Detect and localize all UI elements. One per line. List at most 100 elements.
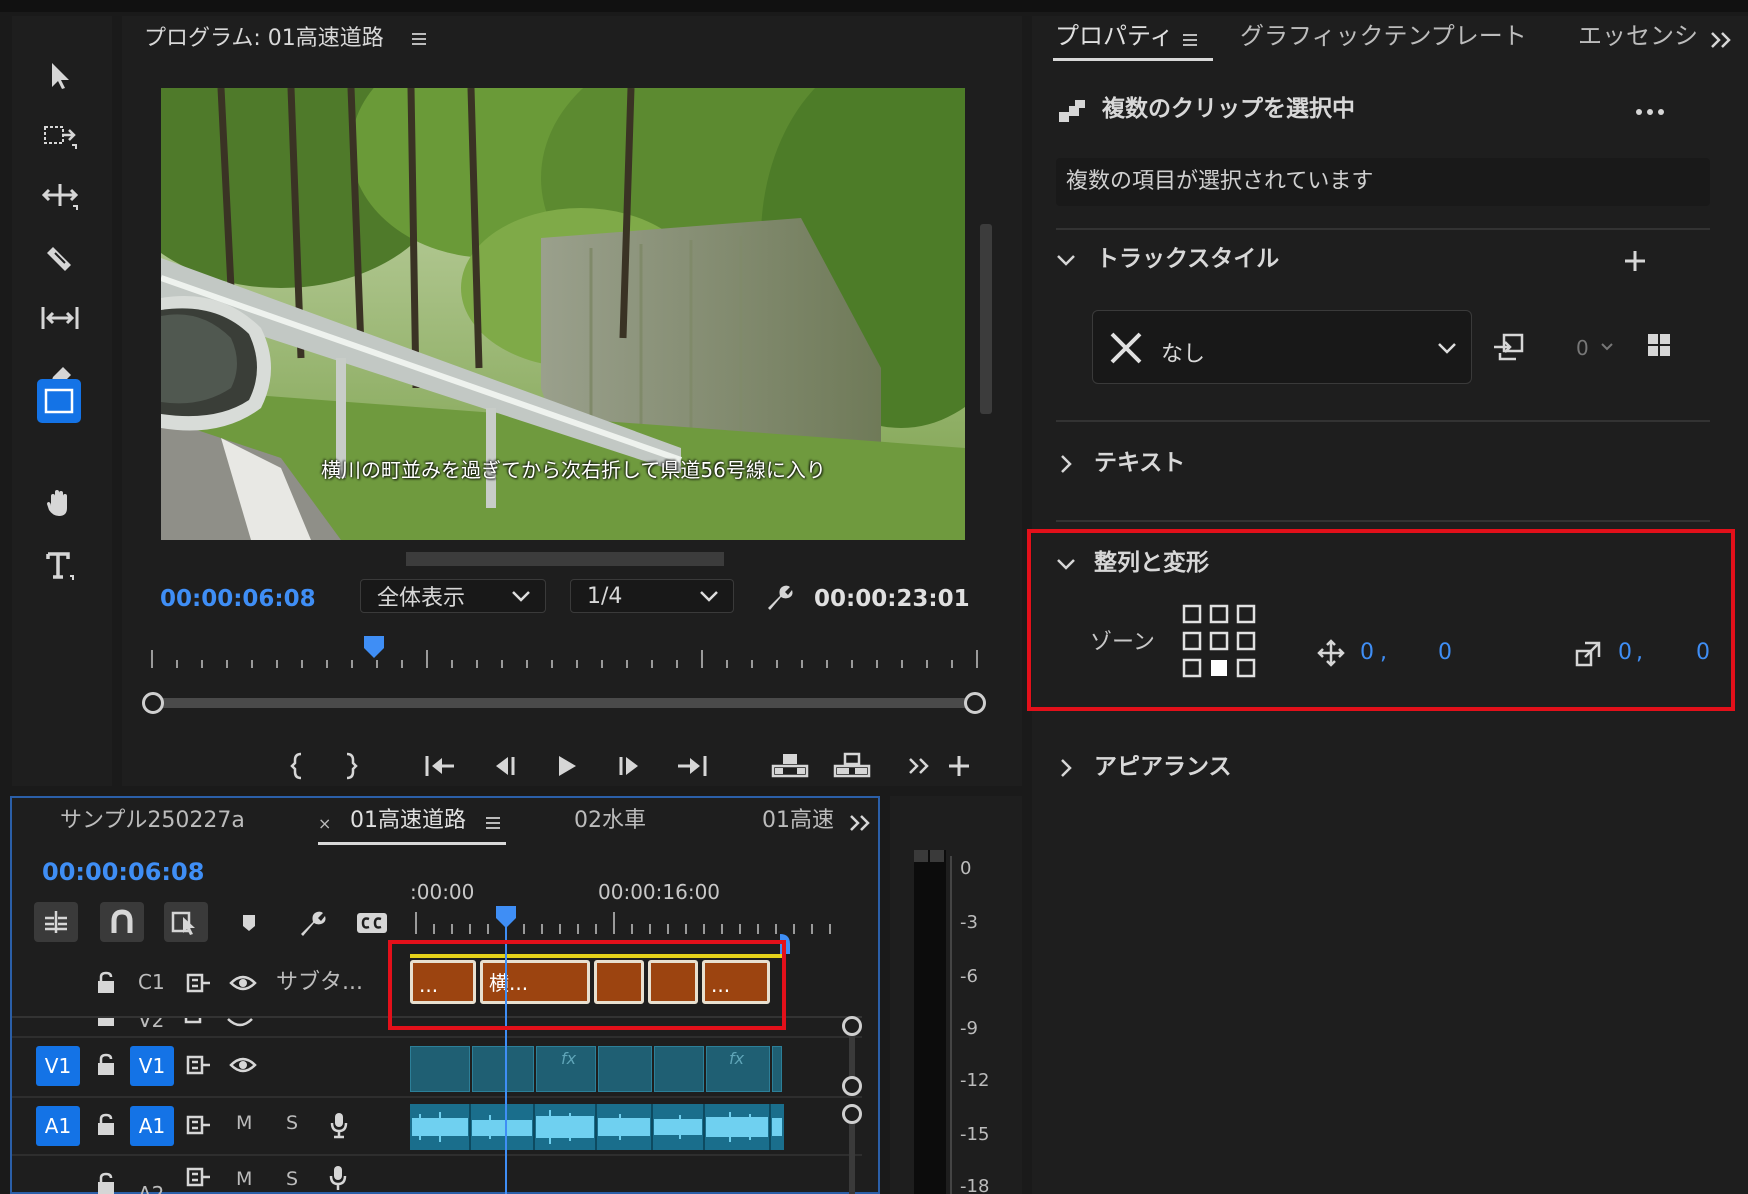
timeline-tab-highway-2-wrap[interactable]: 01高速: [750, 808, 844, 838]
chevron-right-icon[interactable]: [1054, 452, 1078, 476]
panel-menu-icon[interactable]: [1178, 28, 1202, 52]
v-scroll-handle[interactable]: [842, 1016, 862, 1036]
captions-icon[interactable]: [352, 906, 392, 940]
program-monitor-title[interactable]: プログラム: 01高速道路: [144, 28, 384, 50]
close-icon[interactable]: ×: [318, 816, 331, 832]
zoom-scroll-left-handle[interactable]: [142, 692, 164, 714]
audio-clips[interactable]: [410, 1104, 784, 1150]
monitor-horizontal-scrollbar[interactable]: [406, 552, 724, 566]
meter-clip-indicator[interactable]: [930, 850, 944, 862]
v-scroll-handle[interactable]: [842, 1076, 862, 1096]
chevron-down-icon[interactable]: [1054, 248, 1078, 272]
video-preview[interactable]: 横川の町並みを過ぎてから次右折して県道56号線に入り: [161, 88, 965, 540]
track-v2-header[interactable]: V2: [92, 1018, 292, 1034]
video-clip[interactable]: [598, 1046, 652, 1092]
step-back-icon[interactable]: [488, 748, 522, 784]
eye-icon[interactable]: [226, 968, 260, 998]
tab-properties[interactable]: プロパティ: [1055, 24, 1174, 48]
lift-icon[interactable]: [770, 748, 810, 784]
hand-tool-icon[interactable]: [40, 484, 80, 524]
zoom-scroll-right-handle[interactable]: [964, 692, 986, 714]
track-a2-header[interactable]: A2 M S: [92, 1164, 372, 1194]
video-clip[interactable]: [472, 1046, 534, 1092]
chevron-down-icon[interactable]: [1600, 342, 1614, 352]
video-clip[interactable]: [654, 1046, 704, 1092]
zoom-level-select[interactable]: 全体表示: [360, 579, 546, 613]
video-clip[interactable]: fx: [536, 1046, 596, 1092]
mute-button[interactable]: M: [236, 1170, 252, 1189]
track-style-count[interactable]: 0: [1576, 338, 1589, 358]
monitor-vertical-scrollbar[interactable]: [980, 224, 992, 414]
linked-selection-button[interactable]: [164, 902, 208, 942]
panel-menu-icon[interactable]: [482, 812, 504, 834]
video-clip[interactable]: [772, 1046, 782, 1092]
sync-lock-icon[interactable]: [184, 968, 214, 998]
snap-button[interactable]: [100, 902, 144, 942]
program-current-timecode[interactable]: 00:00:06:08: [160, 588, 316, 611]
solo-button[interactable]: S: [286, 1170, 298, 1189]
track-target-v1[interactable]: V1: [130, 1046, 174, 1086]
timeline-current-timecode[interactable]: 00:00:06:08: [42, 860, 204, 884]
track-style-heading[interactable]: トラックスタイル: [1096, 248, 1279, 271]
timeline-tab-highway-2[interactable]: 01高速: [762, 810, 834, 832]
more-controls-icon[interactable]: [904, 748, 934, 784]
more-tabs-icon[interactable]: [1706, 26, 1736, 54]
meter-clip-indicator[interactable]: [914, 850, 928, 862]
playback-resolution-select[interactable]: 1/4: [570, 579, 734, 613]
track-style-select[interactable]: なし: [1092, 310, 1472, 384]
playhead-marker-icon[interactable]: [362, 634, 386, 660]
selection-tool-icon[interactable]: [40, 56, 80, 96]
lock-icon[interactable]: [92, 968, 120, 998]
panel-menu-icon[interactable]: [408, 28, 430, 50]
track-select-tool-icon[interactable]: [40, 116, 80, 156]
add-button-icon[interactable]: [944, 748, 974, 784]
text-section-heading[interactable]: テキスト: [1094, 452, 1185, 475]
razor-tool-icon[interactable]: [40, 238, 80, 278]
program-time-ruler[interactable]: [144, 638, 1004, 678]
source-patch-v1[interactable]: V1: [36, 1046, 80, 1086]
grid-view-icon[interactable]: [1644, 330, 1674, 360]
rectangle-tool-button[interactable]: [37, 379, 81, 423]
tab-essential[interactable]: エッセンシ: [1578, 24, 1698, 48]
zoom-scroll-bar[interactable]: [152, 698, 976, 708]
timeline-tab-highway[interactable]: 01高速道路: [350, 810, 466, 832]
step-forward-icon[interactable]: [612, 748, 646, 784]
timeline-settings-wrench-icon[interactable]: [294, 906, 330, 940]
v-scroll-track[interactable]: [849, 1036, 855, 1076]
tab-graphic-templates[interactable]: グラフィックテンプレート: [1240, 24, 1527, 48]
v-scroll-track[interactable]: [849, 1124, 855, 1194]
slip-tool-icon[interactable]: [40, 298, 80, 338]
mark-in-icon[interactable]: [282, 748, 312, 784]
ripple-edit-tool-icon[interactable]: [40, 176, 80, 216]
mark-out-icon[interactable]: [336, 748, 366, 784]
lock-icon[interactable]: [92, 1110, 120, 1140]
more-tabs-icon[interactable]: [846, 810, 874, 836]
push-style-icon[interactable]: [1490, 330, 1526, 364]
eye-icon[interactable]: [226, 1050, 260, 1080]
timeline-tab-watermill[interactable]: 02水車: [574, 810, 646, 832]
play-icon[interactable]: [550, 748, 584, 784]
settings-wrench-icon[interactable]: [762, 580, 796, 614]
source-patch-a1[interactable]: A1: [36, 1106, 80, 1146]
timeline-tab-sample[interactable]: サンプル250227a: [60, 810, 245, 832]
add-marker-icon[interactable]: [234, 906, 264, 940]
add-track-style-icon[interactable]: [1620, 246, 1650, 276]
appearance-heading[interactable]: アピアランス: [1094, 756, 1232, 779]
more-options-icon[interactable]: [1632, 100, 1668, 124]
type-tool-icon[interactable]: [40, 546, 80, 586]
solo-button[interactable]: S: [286, 1114, 298, 1133]
video-clip[interactable]: [410, 1046, 470, 1092]
lock-icon[interactable]: [92, 1050, 120, 1080]
selection-info-field[interactable]: 複数の項目が選択されています: [1056, 158, 1710, 206]
extract-icon[interactable]: [832, 748, 872, 784]
go-to-in-icon[interactable]: [422, 748, 458, 784]
v-scroll-handle[interactable]: [842, 1104, 862, 1124]
sync-lock-icon[interactable]: [184, 1050, 214, 1080]
sync-lock-icon[interactable]: [184, 1110, 214, 1140]
chevron-right-icon[interactable]: [1054, 756, 1078, 780]
go-to-out-icon[interactable]: [674, 748, 710, 784]
insert-sequence-button[interactable]: [34, 902, 78, 942]
microphone-icon[interactable]: [324, 1108, 354, 1142]
track-target-a1[interactable]: A1: [130, 1106, 174, 1146]
mute-button[interactable]: M: [236, 1114, 252, 1133]
